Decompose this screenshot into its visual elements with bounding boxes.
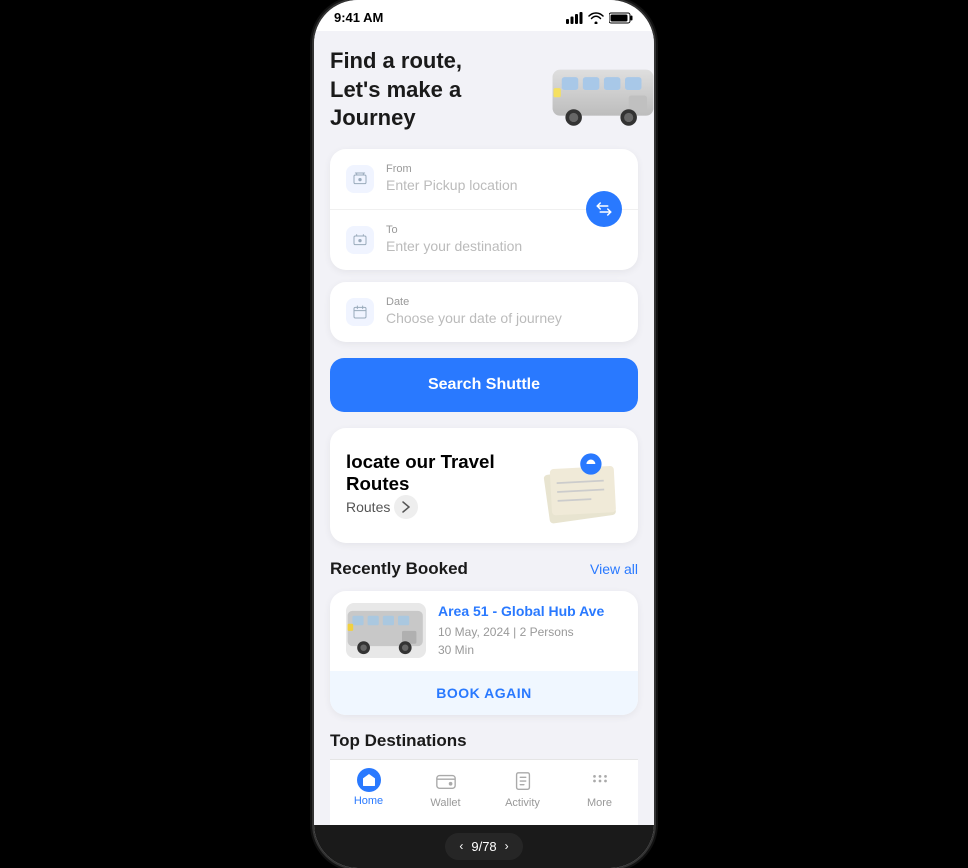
view-all-button[interactable]: View all bbox=[590, 561, 638, 577]
top-destinations-title: Top Destinations bbox=[330, 731, 638, 751]
bus-hero-image bbox=[548, 60, 638, 120]
battery-icon bbox=[609, 12, 634, 24]
routes-text: locate our Travel Routes Routes bbox=[346, 451, 532, 519]
more-icon-wrapper bbox=[587, 768, 613, 794]
date-card[interactable]: Date Choose your date of journey bbox=[330, 282, 638, 342]
from-to-card: From Enter Pickup location bbox=[330, 149, 638, 270]
more-icon bbox=[589, 770, 611, 792]
map-image bbox=[532, 448, 622, 523]
nav-item-more[interactable]: More bbox=[570, 768, 630, 809]
routes-title: locate our Travel Routes bbox=[346, 451, 532, 495]
to-field: To Enter your destination bbox=[386, 224, 522, 256]
wifi-icon bbox=[588, 12, 604, 24]
home-icon bbox=[361, 772, 377, 788]
pagination-info: 9/78 bbox=[471, 839, 496, 854]
swap-icon bbox=[595, 200, 613, 218]
phone-frame: 9:41 AM bbox=[314, 0, 654, 868]
wallet-nav-label: Wallet bbox=[430, 797, 460, 809]
book-again-button[interactable]: BOOK AGAIN bbox=[330, 671, 638, 715]
signal-icon bbox=[566, 12, 583, 24]
to-icon bbox=[346, 226, 374, 254]
activity-icon bbox=[512, 770, 534, 792]
swap-button[interactable] bbox=[586, 191, 622, 227]
time: 9:41 AM bbox=[334, 10, 383, 25]
nav-item-home[interactable]: Home bbox=[339, 768, 399, 809]
recently-booked-header: Recently Booked View all bbox=[330, 559, 638, 579]
booking-card: Area 51 - Global Hub Ave 10 May, 2024 | … bbox=[330, 591, 638, 715]
from-placeholder: Enter Pickup location bbox=[386, 177, 518, 193]
booking-route: Area 51 - Global Hub Ave bbox=[438, 603, 604, 619]
hero-text: Find a route, Let's make a Journey bbox=[330, 47, 548, 133]
booking-bus-image bbox=[346, 603, 426, 658]
date-label: Date bbox=[386, 296, 562, 308]
to-label: To bbox=[386, 224, 522, 236]
bottom-nav: Home Wallet bbox=[330, 759, 638, 825]
pagination: ‹ 9/78 › bbox=[445, 833, 522, 860]
home-icon-wrapper bbox=[357, 768, 381, 792]
booking-details: Area 51 - Global Hub Ave 10 May, 2024 | … bbox=[438, 603, 604, 659]
recently-booked-title: Recently Booked bbox=[330, 559, 468, 579]
activity-nav-label: Activity bbox=[505, 797, 540, 809]
pagination-prev[interactable]: ‹ bbox=[459, 839, 463, 853]
date-icon bbox=[346, 298, 374, 326]
nav-item-wallet[interactable]: Wallet bbox=[416, 768, 476, 809]
pagination-next[interactable]: › bbox=[505, 839, 509, 853]
routes-chevron bbox=[394, 495, 418, 519]
activity-icon-wrapper bbox=[510, 768, 536, 794]
date-field: Date Choose your date of journey bbox=[386, 296, 562, 328]
hero-title: Find a route, Let's make a Journey bbox=[330, 47, 548, 133]
booking-date: 10 May, 2024 | 2 Persons bbox=[438, 623, 604, 641]
routes-btn-label: Routes bbox=[346, 499, 390, 515]
wallet-icon-wrapper bbox=[433, 768, 459, 794]
date-placeholder: Choose your date of journey bbox=[386, 310, 562, 326]
from-field: From Enter Pickup location bbox=[386, 163, 518, 195]
routes-button[interactable]: Routes bbox=[346, 495, 418, 519]
screen-content: Find a route, Let's make a Journey bbox=[314, 31, 654, 825]
hero-section: Find a route, Let's make a Journey bbox=[330, 47, 638, 133]
status-icons bbox=[566, 12, 634, 24]
to-placeholder: Enter your destination bbox=[386, 238, 522, 254]
top-destinations-section: Top Destinations bbox=[330, 731, 638, 751]
bus-svg bbox=[548, 60, 654, 130]
search-shuttle-button[interactable]: Search Shuttle bbox=[330, 358, 638, 412]
home-nav-label: Home bbox=[354, 795, 383, 807]
booking-info: Area 51 - Global Hub Ave 10 May, 2024 | … bbox=[330, 591, 638, 671]
booking-duration: 30 Min bbox=[438, 641, 604, 659]
more-nav-label: More bbox=[587, 797, 612, 809]
nav-item-activity[interactable]: Activity bbox=[493, 768, 553, 809]
routes-card[interactable]: locate our Travel Routes Routes bbox=[330, 428, 638, 543]
wallet-icon bbox=[435, 770, 457, 792]
status-bar: 9:41 AM bbox=[314, 0, 654, 31]
from-icon bbox=[346, 165, 374, 193]
from-label: From bbox=[386, 163, 518, 175]
